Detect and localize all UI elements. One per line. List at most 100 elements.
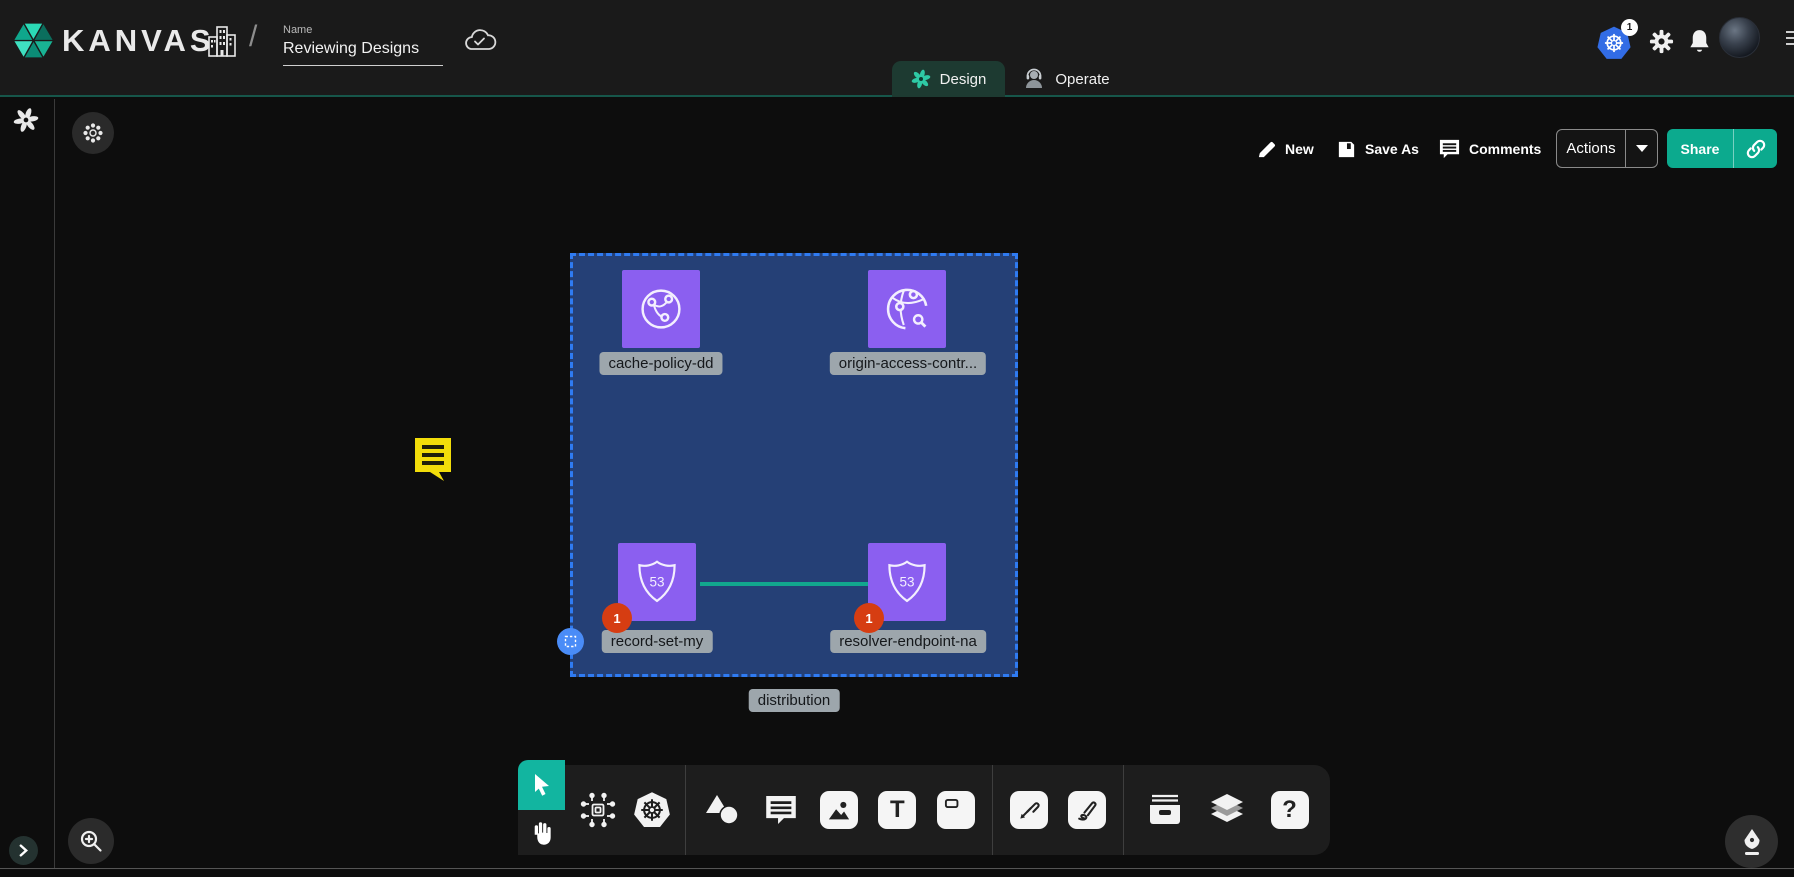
drawer-tool[interactable] [1143, 788, 1187, 832]
cloudfront-origin-access-icon [883, 285, 931, 333]
text-icon: T [878, 791, 916, 829]
tab-design-label: Design [940, 71, 987, 88]
tool-group-pens [993, 765, 1123, 855]
group-resize-handle[interactable] [557, 628, 584, 655]
zoom-in-button[interactable] [68, 818, 114, 864]
node-label-origin-access: origin-access-contr... [830, 352, 986, 375]
shapes-tool[interactable] [700, 788, 744, 832]
node-label-cache-policy: cache-policy-dd [599, 352, 722, 375]
layers-icon [1208, 792, 1246, 828]
cloudfront-globe-icon [638, 286, 684, 332]
pen-nib-button[interactable] [1725, 815, 1778, 868]
note-icon [937, 791, 975, 829]
kanvas-hexagon-logo[interactable] [11, 18, 56, 68]
image-tool[interactable] [817, 788, 861, 832]
link-icon [1745, 138, 1767, 160]
freehand-pen-tool[interactable] [1065, 788, 1109, 832]
chevron-expand-button[interactable] [9, 836, 38, 865]
caret-down-icon [1636, 145, 1648, 152]
avatar[interactable] [1719, 17, 1760, 58]
magnifier-plus-icon [79, 829, 103, 853]
whiteboard-flower-button[interactable] [72, 112, 114, 154]
comment-tool[interactable] [759, 788, 803, 832]
share-button[interactable]: Share [1667, 129, 1777, 168]
design-spiral-icon [911, 69, 931, 89]
component-designer-tool[interactable] [576, 788, 620, 832]
cursor-icon [531, 773, 553, 797]
select-tool-button[interactable] [518, 760, 565, 810]
brand-title: KANVAS [62, 23, 215, 59]
record-set-issue-badge[interactable]: 1 [602, 603, 632, 633]
help-tool[interactable]: ? [1268, 788, 1312, 832]
pointer-tools-column [518, 765, 565, 855]
name-field-label: Name [283, 24, 443, 36]
left-rail [0, 99, 55, 869]
comment-icon [1438, 138, 1461, 160]
pen-nib-icon [1739, 827, 1765, 857]
svg-text:53: 53 [899, 575, 914, 590]
freehand-pen-icon [1068, 791, 1106, 829]
shapes-icon [704, 793, 740, 827]
kubernetes-context-icon[interactable]: 1 [1597, 26, 1643, 60]
save-as-button[interactable]: Save As [1336, 131, 1419, 167]
comments-button-label: Comments [1469, 141, 1541, 157]
actions-button-label: Actions [1557, 140, 1625, 157]
bell-icon[interactable] [1687, 28, 1712, 60]
cloud-saved-icon [463, 27, 497, 59]
comment-marker[interactable] [411, 434, 455, 487]
save-icon [1336, 139, 1357, 160]
bottom-border [0, 868, 1794, 869]
new-button-label: New [1285, 141, 1314, 157]
actions-dropdown-toggle[interactable] [1625, 130, 1657, 167]
node-label-record-set: record-set-my [602, 630, 713, 653]
kubernetes-wheel-icon [633, 791, 671, 829]
resolver-endpoint-issue-badge[interactable]: 1 [854, 603, 884, 633]
group-label-distribution: distribution [749, 689, 840, 712]
tab-operate[interactable]: Operate [1008, 61, 1124, 97]
operator-headset-icon [1022, 67, 1046, 91]
question-mark-icon: ? [1271, 791, 1309, 829]
kubernetes-count-badge: 1 [1621, 19, 1638, 36]
edge-pen-tool[interactable] [1007, 788, 1051, 832]
yellow-comment-icon [411, 434, 455, 482]
share-button-label: Share [1667, 141, 1733, 157]
kubernetes-tool[interactable] [630, 788, 674, 832]
dashed-square-icon [564, 635, 577, 648]
node-label-resolver-endpoint: resolver-endpoint-na [830, 630, 986, 653]
comments-button[interactable]: Comments [1438, 131, 1541, 167]
node-origin-access-control[interactable] [868, 270, 946, 348]
drawer-icon [1146, 793, 1184, 827]
route53-shield-icon: 53 [885, 559, 929, 605]
gear-icon[interactable] [1648, 28, 1675, 60]
tool-dock-main: T [565, 765, 1330, 855]
node-cache-policy[interactable] [622, 270, 700, 348]
tool-group-annotations: T [686, 765, 992, 855]
menu-icon[interactable] [1786, 31, 1794, 49]
tool-group-components [565, 765, 685, 855]
tool-group-misc: ? [1124, 765, 1330, 855]
app-header: KANVAS / Name Reviewing Designs [0, 0, 1794, 97]
design-name-block: Name Reviewing Designs [283, 24, 443, 66]
save-as-button-label: Save As [1365, 141, 1419, 157]
chevron-right-icon [17, 844, 30, 857]
new-button[interactable]: New [1256, 131, 1314, 167]
note-tool[interactable] [934, 788, 978, 832]
comment-bubble-icon [763, 793, 799, 827]
tab-operate-label: Operate [1055, 71, 1109, 88]
meshery-spiral-logo[interactable] [13, 107, 39, 138]
copy-link-button[interactable] [1733, 129, 1777, 168]
layers-tool[interactable] [1205, 788, 1249, 832]
tool-dock: T [518, 765, 1330, 855]
tab-design[interactable]: Design [892, 61, 1005, 97]
hand-icon [530, 820, 554, 846]
organization-building-icon[interactable] [206, 24, 238, 65]
text-tool[interactable]: T [875, 788, 919, 832]
design-name-input[interactable]: Reviewing Designs [283, 40, 443, 66]
pencil-icon [1256, 139, 1277, 160]
kanvas-app: KANVAS / Name Reviewing Designs [0, 0, 1794, 877]
image-icon [820, 791, 858, 829]
flower-dots-icon [82, 122, 104, 144]
circuit-chip-icon [580, 792, 616, 828]
pan-tool-button[interactable] [518, 810, 565, 855]
actions-button[interactable]: Actions [1556, 129, 1658, 168]
